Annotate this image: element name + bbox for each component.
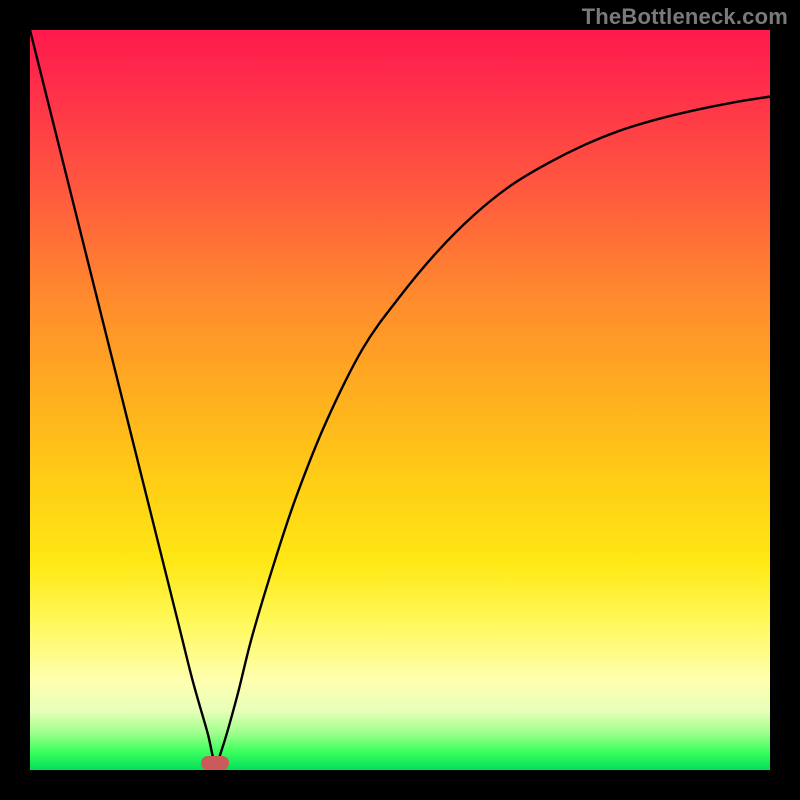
- plot-area: [30, 30, 770, 770]
- bottleneck-curve: [30, 30, 770, 763]
- watermark-text: TheBottleneck.com: [582, 4, 788, 30]
- curve-svg: [30, 30, 770, 770]
- chart-frame: TheBottleneck.com: [0, 0, 800, 800]
- minimum-marker: [201, 756, 229, 770]
